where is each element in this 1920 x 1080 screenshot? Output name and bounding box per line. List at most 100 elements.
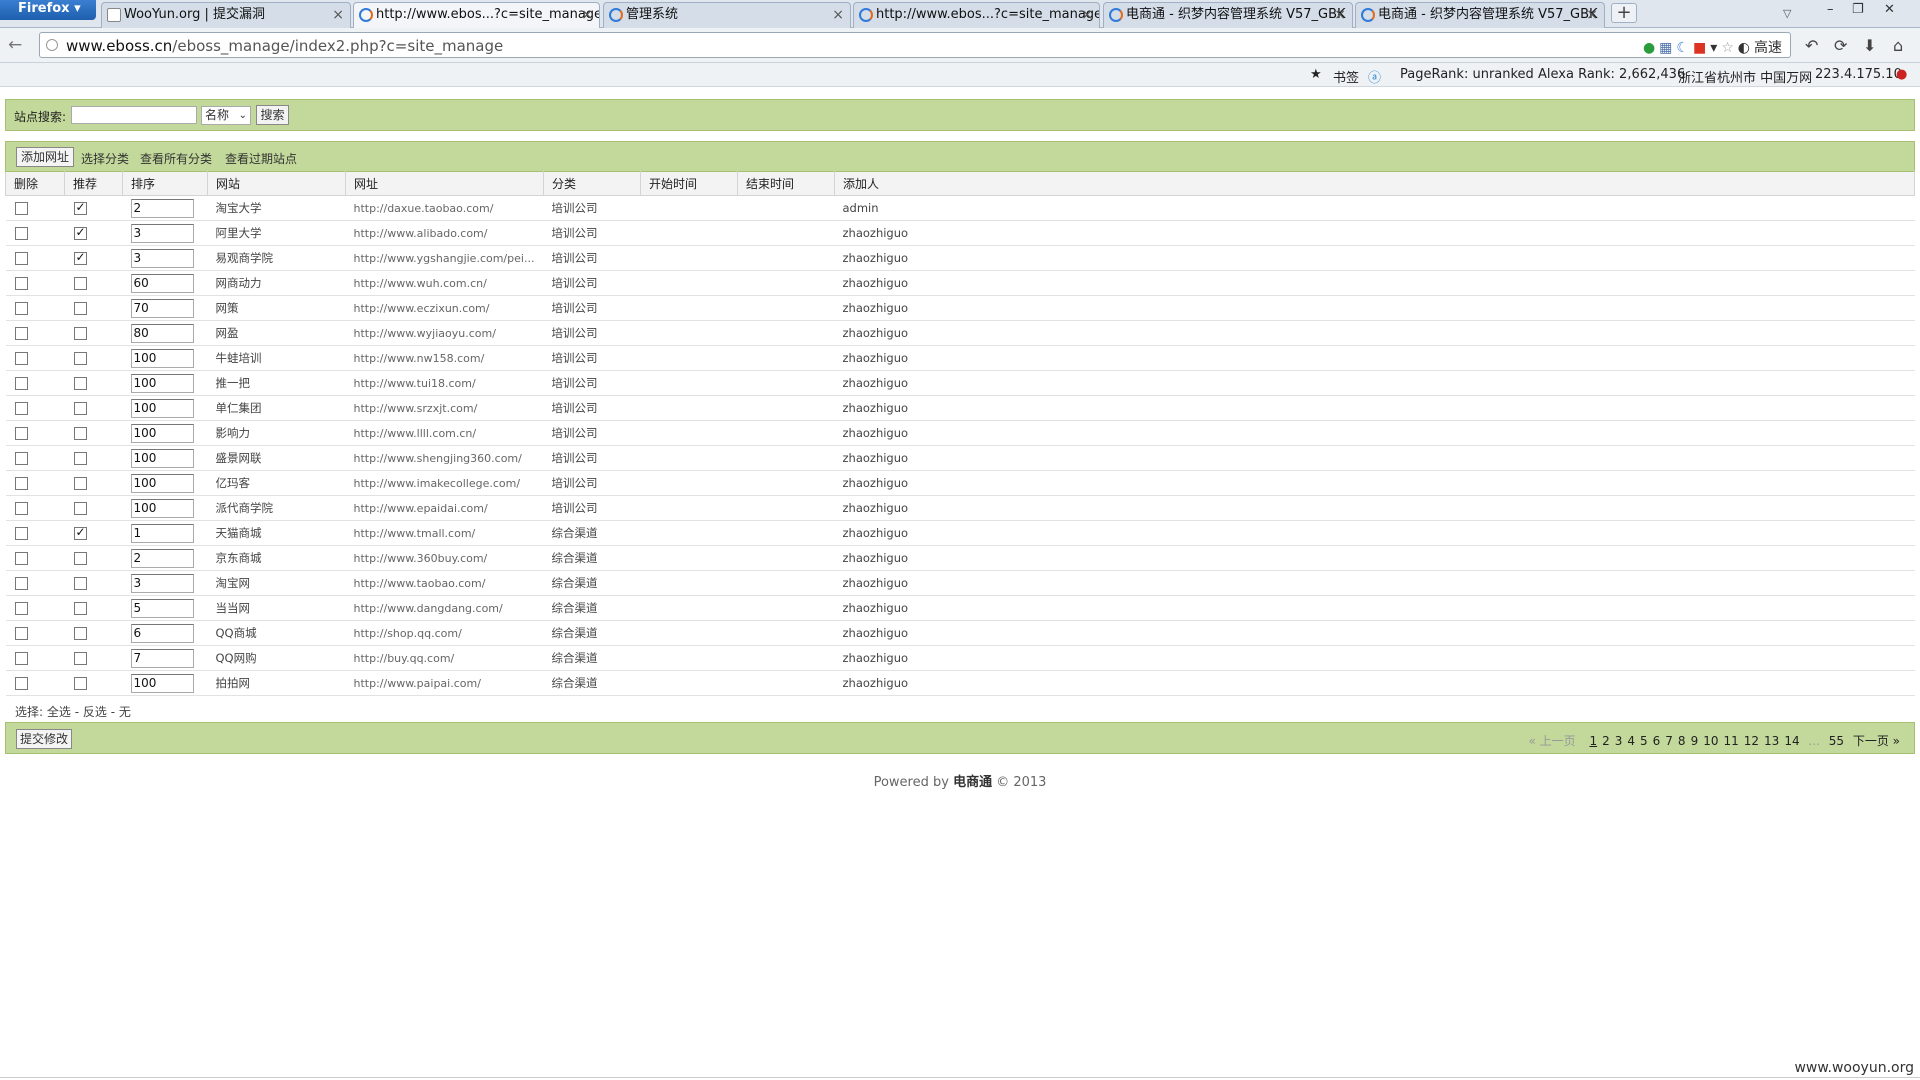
delete-checkbox[interactable]	[14, 202, 28, 215]
undo-icon[interactable]: ↶	[1805, 36, 1818, 55]
tab-wooyun[interactable]: WooYun.org | 提交漏洞 ×	[101, 2, 351, 28]
page-link[interactable]: 1	[1589, 734, 1597, 748]
recommend-checkbox[interactable]	[73, 652, 87, 665]
page-link[interactable]: 13	[1764, 734, 1779, 748]
recommend-checkbox[interactable]	[73, 352, 87, 365]
delete-checkbox[interactable]	[14, 627, 28, 640]
china-flag-icon[interactable]: ■	[1693, 40, 1706, 56]
delete-checkbox[interactable]	[14, 252, 28, 265]
new-tab-button[interactable]: +	[1611, 3, 1637, 23]
tab-site-manage-2[interactable]: http://www.ebos...?c=site_manage ×	[853, 2, 1100, 28]
tab-admin-system[interactable]: 管理系统 ×	[603, 2, 851, 28]
recommend-checkbox[interactable]	[73, 302, 87, 315]
recommend-checkbox[interactable]	[73, 577, 87, 590]
moon-icon[interactable]: ☾	[1676, 40, 1689, 56]
speed-label[interactable]: 高速	[1754, 40, 1782, 56]
brand-link[interactable]: 电商通	[953, 775, 992, 790]
url-text[interactable]: www.eboss.cn/eboss_manage/index2.php?c=s…	[66, 37, 503, 55]
recommend-checkbox[interactable]	[73, 477, 87, 490]
page-link[interactable]: 4	[1627, 734, 1635, 748]
tab-dedecms-1[interactable]: 电商通 - 织梦内容管理系统 V57_GBK ×	[1103, 2, 1353, 28]
add-url-button[interactable]: 添加网址	[16, 147, 75, 167]
close-icon[interactable]: ×	[832, 3, 844, 27]
delete-checkbox[interactable]	[14, 552, 28, 565]
bookmarks-label[interactable]: 书签	[1333, 67, 1359, 86]
view-expired-sites-link[interactable]: 查看过期站点	[225, 150, 297, 167]
qr-icon[interactable]: ▦	[1659, 40, 1672, 56]
order-input[interactable]: 3	[130, 248, 194, 268]
bookmark-star-icon[interactable]: ★	[1310, 67, 1322, 82]
refresh-icon[interactable]: ⟳	[1834, 36, 1847, 55]
recommend-checkbox[interactable]	[73, 525, 87, 540]
order-input[interactable]: 2	[130, 548, 194, 568]
order-input[interactable]: 100	[130, 673, 194, 693]
select-category-link[interactable]: 选择分类	[81, 150, 129, 167]
page-link[interactable]: 14	[1784, 734, 1799, 748]
close-icon[interactable]: ×	[332, 3, 344, 27]
recommend-checkbox[interactable]	[73, 200, 87, 215]
recommend-checkbox[interactable]	[73, 452, 87, 465]
order-input[interactable]: 80	[130, 323, 194, 343]
g-icon[interactable]: ●	[1643, 40, 1655, 56]
next-page-link[interactable]: 下一页 »	[1853, 734, 1900, 748]
order-input[interactable]: 100	[130, 473, 194, 493]
restore-icon[interactable]: ❐	[1852, 2, 1864, 17]
page-link[interactable]: 2	[1602, 734, 1610, 748]
view-all-categories-link[interactable]: 查看所有分类	[140, 150, 212, 167]
order-input[interactable]: 7	[130, 648, 194, 668]
page-link[interactable]: 8	[1678, 734, 1686, 748]
delete-checkbox[interactable]	[14, 602, 28, 615]
firefox-menu-button[interactable]: Firefox ▾	[0, 0, 96, 20]
delete-checkbox[interactable]	[14, 377, 28, 390]
delete-checkbox[interactable]	[14, 327, 28, 340]
recommend-checkbox[interactable]	[73, 502, 87, 515]
page-link[interactable]: 12	[1744, 734, 1759, 748]
search-field-select[interactable]: 名称 ⌄	[201, 106, 251, 125]
minimize-icon[interactable]: –	[1827, 2, 1834, 17]
dropdown-icon[interactable]: ▾	[1710, 40, 1717, 56]
delete-checkbox[interactable]	[14, 452, 28, 465]
order-input[interactable]: 3	[130, 573, 194, 593]
order-input[interactable]: 60	[130, 273, 194, 293]
order-input[interactable]: 100	[130, 348, 194, 368]
recommend-checkbox[interactable]	[73, 552, 87, 565]
back-arrow-icon[interactable]: ←	[8, 35, 22, 55]
page-link[interactable]: 9	[1691, 734, 1699, 748]
delete-checkbox[interactable]	[14, 652, 28, 665]
search-button[interactable]: 搜索	[256, 105, 289, 125]
tab-site-manage-active[interactable]: http://www.ebos...?c=site_manage ×	[353, 2, 600, 29]
recommend-checkbox[interactable]	[73, 677, 87, 690]
recommend-checkbox[interactable]	[73, 377, 87, 390]
order-input[interactable]: 100	[130, 398, 194, 418]
tab-list-icon[interactable]: ▽	[1783, 7, 1791, 20]
recommend-checkbox[interactable]	[73, 627, 87, 640]
page-link[interactable]: 6	[1653, 734, 1661, 748]
order-input[interactable]: 100	[130, 373, 194, 393]
recommend-checkbox[interactable]	[73, 225, 87, 240]
order-input[interactable]: 70	[130, 298, 194, 318]
adblock-icon[interactable]: ●	[1896, 67, 1907, 82]
delete-checkbox[interactable]	[14, 352, 28, 365]
order-input[interactable]: 3	[130, 223, 194, 243]
order-input[interactable]: 100	[130, 423, 194, 443]
page-link[interactable]: 5	[1640, 734, 1648, 748]
page-link-last[interactable]: 55	[1829, 734, 1844, 748]
order-input[interactable]: 2	[130, 198, 194, 218]
delete-checkbox[interactable]	[14, 277, 28, 290]
delete-checkbox[interactable]	[14, 302, 28, 315]
recommend-checkbox[interactable]	[73, 327, 87, 340]
close-icon[interactable]: ×	[1081, 3, 1093, 27]
delete-checkbox[interactable]	[14, 502, 28, 515]
delete-checkbox[interactable]	[14, 577, 28, 590]
order-input[interactable]: 6	[130, 623, 194, 643]
tab-dedecms-2[interactable]: 电商通 - 织梦内容管理系统 V57_GBK ×	[1355, 2, 1605, 28]
close-icon[interactable]: ×	[581, 3, 593, 27]
delete-checkbox[interactable]	[14, 227, 28, 240]
delete-checkbox[interactable]	[14, 402, 28, 415]
search-input[interactable]	[71, 106, 197, 124]
recommend-checkbox[interactable]	[73, 250, 87, 265]
at-icon[interactable]: ⓐ	[1368, 67, 1381, 86]
order-input[interactable]: 100	[130, 448, 194, 468]
delete-checkbox[interactable]	[14, 427, 28, 440]
select-none-link[interactable]: 无	[119, 705, 131, 719]
